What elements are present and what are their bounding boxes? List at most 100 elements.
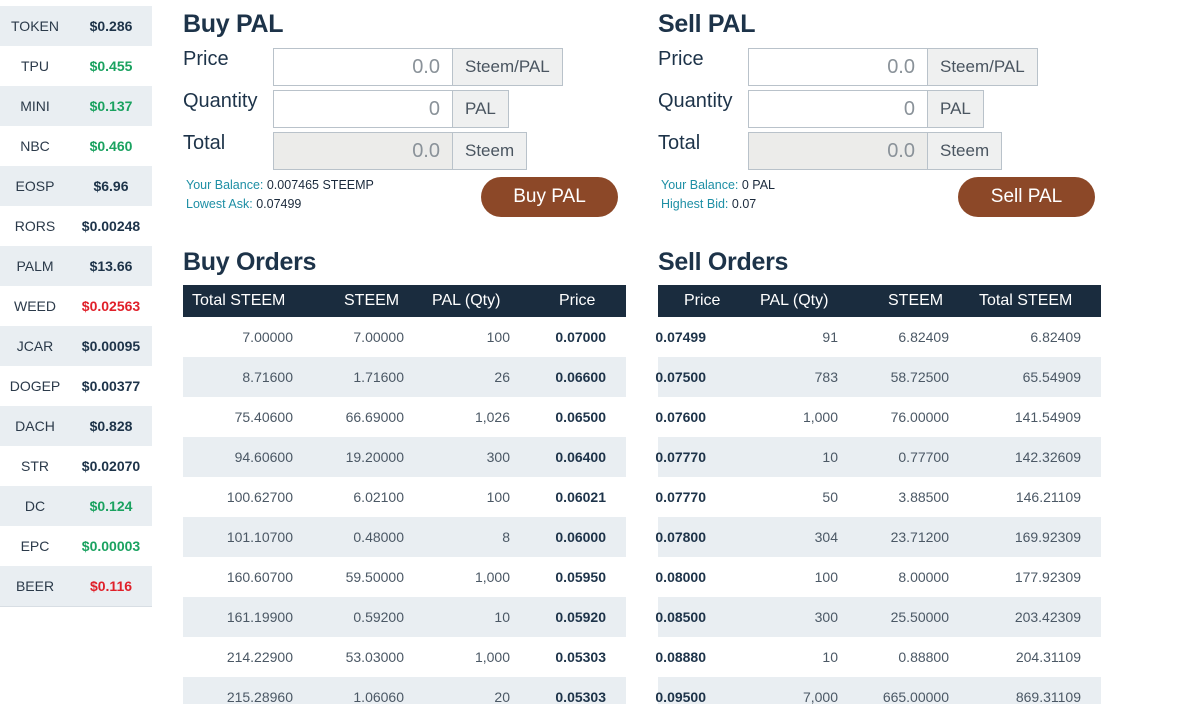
buy-orders-section: Buy Orders Total STEEM STEEM PAL (Qty) Pric… — [183, 248, 626, 704]
buy-price-unit: Steem/PAL — [453, 48, 563, 86]
table-cell: 304 — [814, 529, 838, 545]
table-cell: 0.07499 — [655, 329, 706, 345]
token-row[interactable]: EPC $0.00003 — [0, 526, 152, 566]
token-row[interactable]: DC $0.124 — [0, 486, 152, 526]
buy-price-input[interactable]: 0.0 — [273, 48, 453, 86]
table-cell: 0.48000 — [353, 529, 404, 545]
highest-bid-label: Highest Bid: — [661, 197, 729, 211]
token-row[interactable]: JCAR $0.00095 — [0, 326, 152, 366]
table-cell: 6.02100 — [353, 489, 404, 505]
table-cell: 160.60700 — [226, 569, 293, 585]
table-row[interactable]: 7.00000 7.00000 100 0.07000 — [183, 317, 626, 357]
token-row[interactable]: RORS $0.00248 — [0, 206, 152, 246]
token-symbol: EOSP — [15, 178, 55, 194]
table-cell: 25.50000 — [890, 609, 949, 625]
table-row[interactable]: 160.60700 59.50000 1,000 0.05950 — [183, 557, 626, 597]
token-symbol: WEED — [14, 298, 56, 314]
column-header: PAL (Qty) — [760, 292, 829, 309]
table-cell: 0.05920 — [555, 609, 606, 625]
token-price: $0.116 — [89, 578, 133, 594]
table-cell: 6.82409 — [1030, 329, 1081, 345]
table-cell: 0.05303 — [555, 649, 606, 665]
token-row[interactable]: TPU $0.455 — [0, 46, 152, 86]
sell-qty-input[interactable]: 0 — [748, 90, 928, 128]
buy-qty-label: Quantity — [183, 90, 258, 112]
table-row[interactable]: 100.62700 6.02100 100 0.06021 — [183, 477, 626, 517]
token-price: $6.96 — [93, 178, 129, 194]
sell-orders-header: Price PAL (Qty) STEEM Total STEEM — [658, 285, 1101, 317]
token-row[interactable]: EOSP $6.96 — [0, 166, 152, 206]
buy-pal-button[interactable]: Buy PAL — [481, 177, 618, 217]
table-row[interactable]: 161.19900 0.59200 10 0.05920 — [183, 597, 626, 637]
table-cell: 101.10700 — [226, 529, 293, 545]
table-row[interactable]: 0.07770 50 3.88500 146.21109 — [655, 477, 1101, 517]
token-price: $0.00003 — [81, 538, 141, 554]
token-price: $0.00095 — [81, 338, 141, 354]
column-header: Price — [559, 292, 596, 309]
table-row[interactable]: 214.22900 53.03000 1,000 0.05303 — [183, 637, 626, 677]
table-row[interactable]: 0.08500 300 25.50000 203.42309 — [655, 597, 1101, 637]
sell-pal-button[interactable]: Sell PAL — [958, 177, 1095, 217]
table-cell: 0.06400 — [555, 449, 606, 465]
table-row[interactable]: 0.08000 100 8.00000 177.92309 — [655, 557, 1101, 597]
table-cell: 91 — [822, 329, 838, 345]
sell-price-input[interactable]: 0.0 — [748, 48, 928, 86]
table-row[interactable]: 0.09500 7,000 665.00000 869.31109 — [655, 677, 1101, 704]
table-cell: 300 — [486, 449, 510, 465]
table-cell: 0.06600 — [555, 369, 606, 385]
table-cell: 100 — [814, 569, 838, 585]
token-price: $0.455 — [89, 58, 133, 74]
table-cell: 0.07600 — [655, 409, 706, 425]
table-row[interactable]: 0.07499 91 6.82409 6.82409 — [655, 317, 1101, 357]
token-symbol: JCAR — [16, 338, 54, 354]
table-cell: 0.05950 — [555, 569, 606, 585]
table-row[interactable]: 94.60600 19.20000 300 0.06400 — [183, 437, 626, 477]
buy-qty-input[interactable]: 0 — [273, 90, 453, 128]
table-cell: 0.06000 — [555, 529, 606, 545]
token-row[interactable]: DACH $0.828 — [0, 406, 152, 446]
table-row[interactable]: 75.40600 66.69000 1,026 0.06500 — [183, 397, 626, 437]
table-cell: 0.08500 — [655, 609, 706, 625]
table-cell: 0.05303 — [555, 689, 606, 704]
table-cell: 1,000 — [474, 649, 510, 665]
table-row[interactable]: 0.07500 783 58.72500 65.54909 — [655, 357, 1101, 397]
table-cell: 0.77700 — [898, 449, 949, 465]
table-cell: 0.06021 — [555, 489, 606, 505]
column-header: STEEM — [888, 292, 944, 309]
token-row[interactable]: PALM $13.66 — [0, 246, 152, 286]
table-cell: 59.50000 — [345, 569, 404, 585]
table-row[interactable]: 0.07600 1,000 76.00000 141.54909 — [655, 397, 1101, 437]
token-row[interactable]: WEED $0.02563 — [0, 286, 152, 326]
table-cell: 1,026 — [474, 409, 510, 425]
token-symbol: DACH — [15, 418, 55, 434]
table-row[interactable]: 0.08880 10 0.88800 204.31109 — [655, 637, 1101, 677]
table-cell: 665.00000 — [882, 689, 949, 704]
token-row[interactable]: TOKEN $0.286 — [0, 6, 152, 46]
buy-balance-label: Your Balance: — [186, 178, 264, 192]
table-cell: 66.69000 — [345, 409, 404, 425]
table-cell: 161.19900 — [226, 609, 293, 625]
token-row[interactable]: DOGEP $0.00377 — [0, 366, 152, 406]
lowest-ask: Lowest Ask: 0.07499 — [186, 197, 301, 211]
table-row[interactable]: 0.07800 304 23.71200 169.92309 — [655, 517, 1101, 557]
table-row[interactable]: 215.28960 1.06060 20 0.05303 — [183, 677, 626, 704]
sell-orders-title: Sell Orders — [658, 248, 789, 276]
table-cell: 215.28960 — [226, 689, 293, 704]
table-cell: 0.07770 — [655, 449, 706, 465]
column-header: Total STEEM — [192, 292, 286, 309]
table-cell: 1,000 — [802, 409, 838, 425]
token-symbol: EPC — [20, 538, 50, 554]
table-row[interactable]: 0.07770 10 0.77700 142.32609 — [655, 437, 1101, 477]
token-row[interactable]: MINI $0.137 — [0, 86, 152, 126]
token-price: $0.00248 — [81, 218, 141, 234]
token-row[interactable]: NBC $0.460 — [0, 126, 152, 166]
table-row[interactable]: 8.71600 1.71600 26 0.06600 — [183, 357, 626, 397]
table-row[interactable]: 101.10700 0.48000 8 0.06000 — [183, 517, 626, 557]
table-cell: 0.59200 — [353, 609, 404, 625]
buy-form: Buy PAL Price 0.0 Steem/PAL Quantity 0 P… — [183, 10, 643, 217]
token-row[interactable]: STR $0.02070 — [0, 446, 152, 486]
table-cell: 26 — [494, 369, 510, 385]
table-cell: 10 — [822, 649, 838, 665]
table-cell: 0.07770 — [655, 489, 706, 505]
token-row[interactable]: BEER $0.116 — [0, 566, 152, 606]
